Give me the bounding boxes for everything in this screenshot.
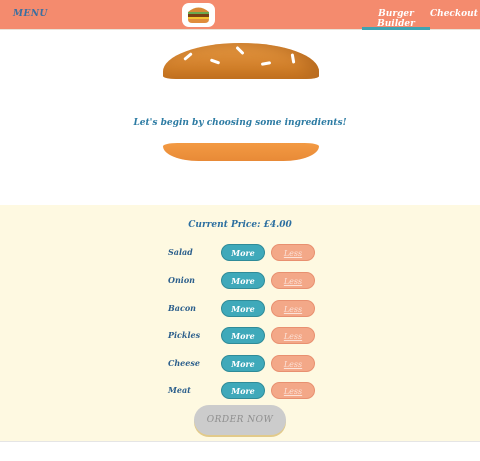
less-cheese-button[interactable]: Less xyxy=(271,355,315,372)
build-controls: Current Price: £4.00 Salad More Less Oni… xyxy=(0,205,480,441)
menu-toggle[interactable]: MENU xyxy=(13,9,48,19)
less-pickles-button[interactable]: Less xyxy=(271,327,315,344)
bread-bottom xyxy=(163,143,319,161)
ingredients-message: Let's begin by choosing some ingredients… xyxy=(133,118,347,128)
more-meat-button[interactable]: More xyxy=(221,382,265,399)
ingredient-label: Cheese xyxy=(168,358,200,368)
order-now-button[interactable]: ORDER NOW xyxy=(194,405,286,435)
seed xyxy=(260,61,272,66)
less-salad-button[interactable]: Less xyxy=(271,244,315,261)
more-cheese-button[interactable]: More xyxy=(221,355,265,372)
more-onion-button[interactable]: More xyxy=(221,272,265,289)
ingredient-label: Bacon xyxy=(168,303,196,313)
control-row-onion: Onion More Less xyxy=(0,272,480,290)
bread-top xyxy=(163,43,319,79)
more-salad-button[interactable]: More xyxy=(221,244,265,261)
seed xyxy=(235,45,245,56)
seed xyxy=(183,52,193,61)
more-bacon-button[interactable]: More xyxy=(221,300,265,317)
ingredient-label: Meat xyxy=(168,385,191,395)
control-row-meat: Meat More Less xyxy=(0,382,480,400)
more-pickles-button[interactable]: More xyxy=(221,327,265,344)
less-bacon-button[interactable]: Less xyxy=(271,300,315,317)
nav-burger-builder[interactable]: Burger Builder xyxy=(362,0,430,30)
ingredient-label: Onion xyxy=(168,275,195,285)
ingredient-label: Pickles xyxy=(168,330,201,340)
burger-preview: Let's begin by choosing some ingredients… xyxy=(0,30,480,205)
seed xyxy=(290,53,296,64)
toolbar: MENU Burger Builder Checkout xyxy=(0,0,480,30)
control-row-salad: Salad More Less xyxy=(0,244,480,262)
current-price: Current Price: £4.00 xyxy=(188,220,292,230)
control-row-cheese: Cheese More Less xyxy=(0,355,480,373)
less-meat-button[interactable]: Less xyxy=(271,382,315,399)
less-onion-button[interactable]: Less xyxy=(271,272,315,289)
burger-logo-icon[interactable] xyxy=(182,3,215,27)
seed xyxy=(209,58,221,65)
control-row-pickles: Pickles More Less xyxy=(0,327,480,345)
nav-checkout[interactable]: Checkout xyxy=(430,0,478,30)
control-row-bacon: Bacon More Less xyxy=(0,300,480,318)
footer-divider xyxy=(0,441,480,461)
ingredient-label: Salad xyxy=(168,247,193,257)
